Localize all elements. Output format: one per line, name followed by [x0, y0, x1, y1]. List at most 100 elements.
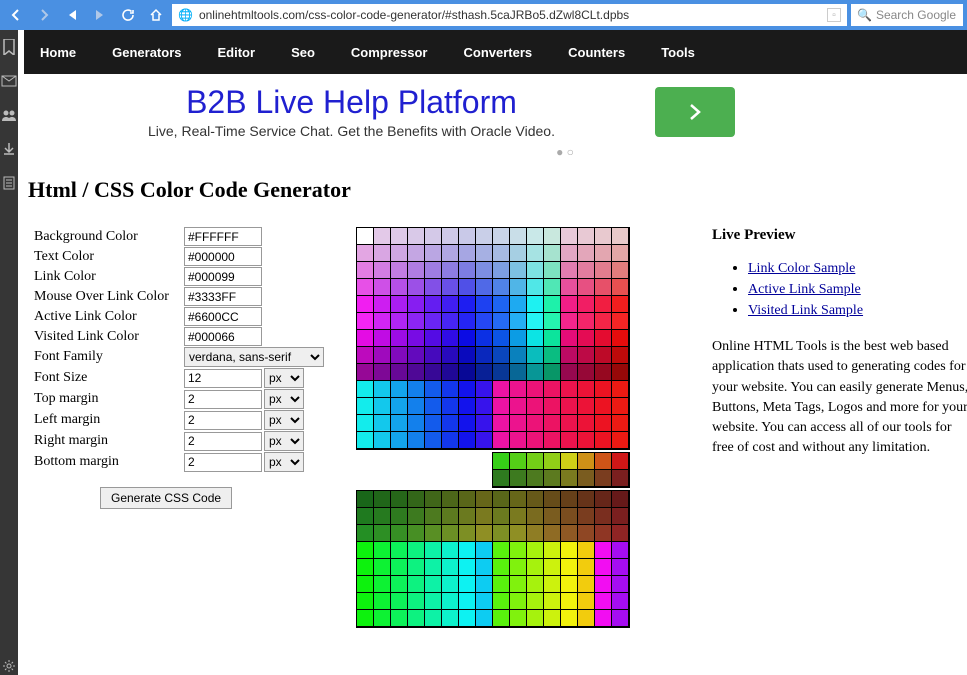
color-swatch[interactable] — [561, 330, 578, 347]
color-swatch[interactable] — [374, 610, 391, 627]
color-swatch[interactable] — [510, 593, 527, 610]
color-swatch[interactable] — [578, 313, 595, 330]
color-swatch[interactable] — [408, 576, 425, 593]
color-swatch[interactable] — [425, 559, 442, 576]
color-swatch[interactable] — [408, 296, 425, 313]
color-swatch[interactable] — [578, 415, 595, 432]
bookmark-icon[interactable] — [0, 38, 18, 56]
color-swatch[interactable] — [544, 453, 561, 470]
color-swatch[interactable] — [561, 610, 578, 627]
color-swatch[interactable] — [544, 330, 561, 347]
color-input[interactable] — [184, 247, 262, 266]
back-button[interactable] — [4, 3, 28, 27]
color-swatch[interactable] — [561, 347, 578, 364]
color-swatch[interactable] — [544, 398, 561, 415]
size-input[interactable] — [184, 369, 262, 388]
color-swatch[interactable] — [391, 542, 408, 559]
color-swatch[interactable] — [595, 296, 612, 313]
color-swatch[interactable] — [476, 559, 493, 576]
color-swatch[interactable] — [544, 296, 561, 313]
color-swatch[interactable] — [544, 262, 561, 279]
color-swatch[interactable] — [493, 228, 510, 245]
color-swatch[interactable] — [561, 470, 578, 487]
color-swatch[interactable] — [578, 432, 595, 449]
color-swatch[interactable] — [612, 381, 629, 398]
color-swatch[interactable] — [595, 262, 612, 279]
color-swatch[interactable] — [578, 364, 595, 381]
color-swatch[interactable] — [510, 610, 527, 627]
color-swatch[interactable] — [357, 347, 374, 364]
color-swatch[interactable] — [476, 432, 493, 449]
color-swatch[interactable] — [612, 610, 629, 627]
color-swatch[interactable] — [357, 381, 374, 398]
color-swatch[interactable] — [561, 559, 578, 576]
color-swatch[interactable] — [493, 576, 510, 593]
color-swatch[interactable] — [357, 364, 374, 381]
color-swatch[interactable] — [493, 245, 510, 262]
color-swatch[interactable] — [357, 330, 374, 347]
color-swatch[interactable] — [527, 593, 544, 610]
unit-select[interactable]: px — [264, 431, 304, 451]
color-swatch[interactable] — [391, 415, 408, 432]
color-swatch[interactable] — [510, 313, 527, 330]
nav-editor[interactable]: Editor — [218, 45, 256, 60]
color-swatch[interactable] — [391, 296, 408, 313]
color-swatch[interactable] — [510, 296, 527, 313]
color-swatch[interactable] — [391, 432, 408, 449]
color-swatch[interactable] — [357, 508, 374, 525]
color-swatch[interactable] — [408, 245, 425, 262]
color-swatch[interactable] — [527, 364, 544, 381]
color-swatch[interactable] — [391, 279, 408, 296]
color-swatch[interactable] — [391, 610, 408, 627]
color-swatch[interactable] — [374, 313, 391, 330]
color-swatch[interactable] — [374, 330, 391, 347]
color-swatch[interactable] — [459, 364, 476, 381]
color-swatch[interactable] — [544, 381, 561, 398]
color-swatch[interactable] — [578, 228, 595, 245]
generate-button[interactable]: Generate CSS Code — [100, 487, 232, 509]
color-swatch[interactable] — [391, 228, 408, 245]
color-swatch[interactable] — [510, 228, 527, 245]
color-swatch[interactable] — [442, 559, 459, 576]
color-swatch[interactable] — [425, 576, 442, 593]
color-swatch[interactable] — [442, 508, 459, 525]
color-swatch[interactable] — [527, 542, 544, 559]
color-swatch[interactable] — [391, 559, 408, 576]
color-swatch[interactable] — [527, 576, 544, 593]
color-swatch[interactable] — [476, 508, 493, 525]
size-input[interactable] — [184, 390, 262, 409]
color-swatch[interactable] — [595, 453, 612, 470]
color-swatch[interactable] — [493, 470, 510, 487]
color-input[interactable] — [184, 287, 262, 306]
color-swatch[interactable] — [459, 245, 476, 262]
color-swatch[interactable] — [357, 491, 374, 508]
color-swatch[interactable] — [561, 398, 578, 415]
color-swatch[interactable] — [612, 491, 629, 508]
color-swatch[interactable] — [408, 432, 425, 449]
color-swatch[interactable] — [425, 491, 442, 508]
nav-tools[interactable]: Tools — [661, 45, 695, 60]
color-swatch[interactable] — [595, 364, 612, 381]
color-swatch[interactable] — [493, 279, 510, 296]
color-swatch[interactable] — [544, 491, 561, 508]
color-swatch[interactable] — [357, 245, 374, 262]
color-swatch[interactable] — [595, 508, 612, 525]
mail-icon[interactable] — [0, 72, 18, 90]
nav-home[interactable]: Home — [40, 45, 76, 60]
color-swatch[interactable] — [561, 432, 578, 449]
color-swatch[interactable] — [510, 415, 527, 432]
color-swatch[interactable] — [459, 279, 476, 296]
color-swatch[interactable] — [374, 398, 391, 415]
color-swatch[interactable] — [459, 525, 476, 542]
ad-title[interactable]: B2B Live Help Platform — [148, 84, 555, 121]
color-swatch[interactable] — [578, 576, 595, 593]
color-swatch[interactable] — [459, 381, 476, 398]
color-swatch[interactable] — [527, 559, 544, 576]
color-swatch[interactable] — [578, 508, 595, 525]
color-swatch[interactable] — [476, 381, 493, 398]
color-swatch[interactable] — [578, 381, 595, 398]
color-swatch[interactable] — [476, 279, 493, 296]
color-swatch[interactable] — [408, 491, 425, 508]
color-swatch[interactable] — [527, 432, 544, 449]
color-swatch[interactable] — [493, 262, 510, 279]
